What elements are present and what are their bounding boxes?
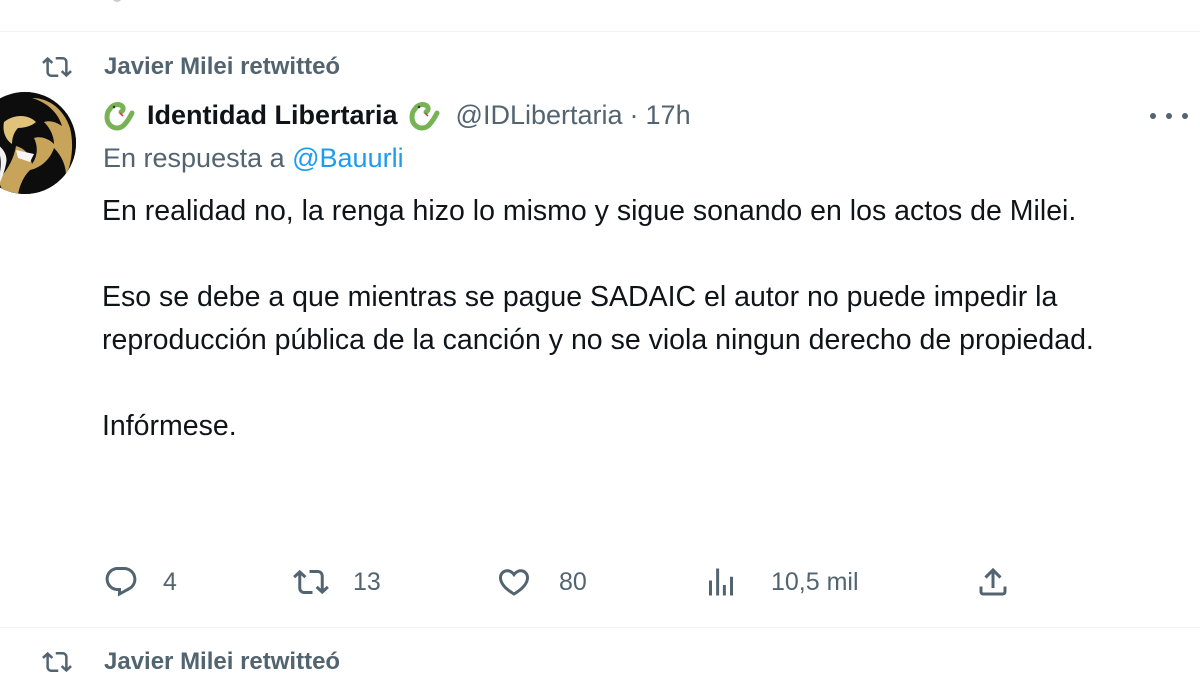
lion-avatar-icon bbox=[0, 92, 76, 194]
reply-count: 4 bbox=[163, 567, 177, 596]
tweet-header: Identidad Libertaria @IDLibertaria · 17h bbox=[101, 96, 691, 134]
author-name[interactable]: Identidad Libertaria bbox=[147, 100, 398, 131]
views-count: 10,5 mil bbox=[771, 567, 859, 596]
retweet-icon bbox=[42, 56, 72, 78]
reply-mention-link[interactable]: @Bauurli bbox=[292, 143, 403, 173]
retweet-banner[interactable]: Javier Milei retwitteó bbox=[42, 52, 340, 82]
reply-prefix: En respuesta a bbox=[103, 143, 293, 173]
retweet-icon bbox=[42, 651, 72, 673]
author-handle[interactable]: @IDLibertaria bbox=[456, 100, 623, 131]
more-options-icon[interactable] bbox=[1150, 101, 1188, 131]
snake-emoji-icon bbox=[104, 102, 135, 131]
retweet-button[interactable]: 13 bbox=[293, 560, 381, 604]
retweet-banner-text[interactable]: Javier Milei retwitteó bbox=[104, 648, 340, 676]
tweet-paragraph: Infórmese. bbox=[102, 410, 237, 442]
retweet-count: 13 bbox=[353, 567, 381, 596]
share-button[interactable] bbox=[975, 560, 1011, 604]
tweet-paragraph: En realidad no, la renga hizo lo mismo y… bbox=[102, 195, 1077, 227]
share-icon bbox=[979, 567, 1007, 596]
previous-tweet-icon-fragment bbox=[112, 0, 122, 2]
tweet-paragraph: Eso se debe a que mientras se pague SADA… bbox=[102, 281, 1094, 356]
header-separator: · bbox=[629, 99, 639, 130]
reply-button[interactable]: 4 bbox=[103, 560, 177, 604]
retweet-banner[interactable]: Javier Milei retwitteó bbox=[42, 647, 340, 677]
tweet-actions: 4 13 80 10,5 mil bbox=[0, 560, 1200, 604]
tweet-timestamp[interactable]: 17h bbox=[646, 100, 691, 131]
retweet-banner-text[interactable]: Javier Milei retwitteó bbox=[104, 53, 340, 81]
tweet-divider-bottom bbox=[0, 627, 1200, 628]
retweet-icon bbox=[293, 569, 329, 595]
reply-icon bbox=[105, 567, 137, 597]
heart-icon bbox=[498, 569, 530, 596]
views-chart-icon bbox=[709, 568, 733, 596]
reply-context: En respuesta a @Bauurli bbox=[103, 143, 404, 174]
like-button[interactable]: 80 bbox=[496, 560, 587, 604]
views-button[interactable]: 10,5 mil bbox=[703, 560, 859, 604]
avatar[interactable] bbox=[0, 92, 76, 194]
previous-tweet-edge bbox=[0, 0, 1200, 30]
like-count: 80 bbox=[559, 567, 587, 596]
tweet-divider-top bbox=[0, 31, 1200, 32]
snake-emoji-icon bbox=[409, 102, 440, 131]
tweet-text: En realidad no, la renga hizo lo mismo y… bbox=[102, 190, 1198, 448]
